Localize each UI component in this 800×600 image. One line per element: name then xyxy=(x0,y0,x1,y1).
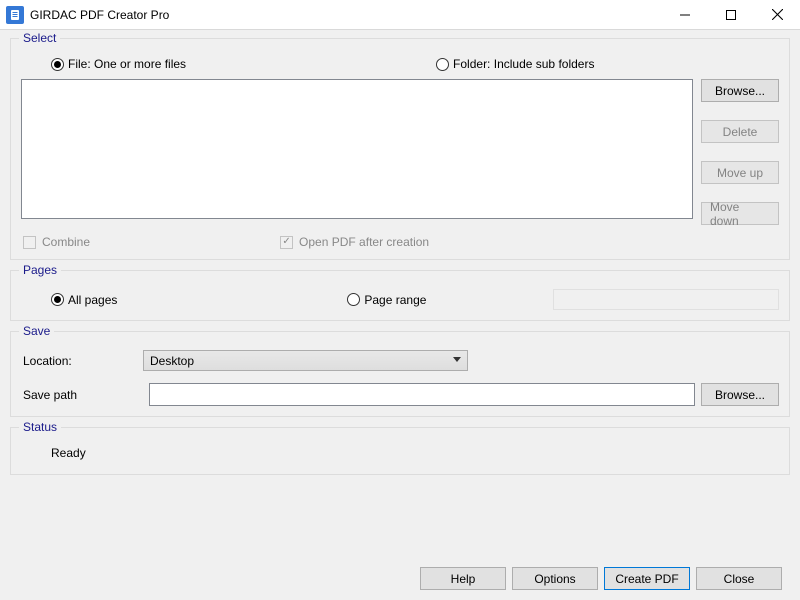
create-pdf-button[interactable]: Create PDF xyxy=(604,567,690,590)
savepath-label: Save path xyxy=(23,388,143,402)
options-button[interactable]: Options xyxy=(512,567,598,590)
combine-checkbox[interactable]: Combine xyxy=(23,235,90,249)
radio-folder-label: Folder: Include sub folders xyxy=(453,57,594,71)
delete-button[interactable]: Delete xyxy=(701,120,779,143)
group-select: Select File: One or more files Folder: I… xyxy=(10,38,790,260)
group-pages-legend: Pages xyxy=(19,263,61,277)
group-save: Save Location: Desktop Save path Browse.… xyxy=(10,331,790,417)
radio-all-pages[interactable]: All pages xyxy=(51,293,117,307)
file-listbox[interactable] xyxy=(21,79,693,219)
move-up-button[interactable]: Move up xyxy=(701,161,779,184)
checkbox-icon xyxy=(23,236,36,249)
group-select-legend: Select xyxy=(19,31,60,45)
location-label: Location: xyxy=(23,354,143,368)
savepath-input[interactable] xyxy=(149,383,695,406)
radio-icon xyxy=(51,58,64,71)
radio-page-range[interactable]: Page range xyxy=(347,293,426,307)
browse-button[interactable]: Browse... xyxy=(701,79,779,102)
group-status: Status Ready xyxy=(10,427,790,475)
radio-file[interactable]: File: One or more files xyxy=(51,57,186,71)
radio-all-pages-label: All pages xyxy=(68,293,117,307)
radio-file-label: File: One or more files xyxy=(68,57,186,71)
move-down-button[interactable]: Move down xyxy=(701,202,779,225)
radio-folder[interactable]: Folder: Include sub folders xyxy=(436,57,594,71)
close-window-button[interactable] xyxy=(754,0,800,29)
window-title: GIRDAC PDF Creator Pro xyxy=(30,8,662,22)
location-value: Desktop xyxy=(150,354,194,368)
radio-icon xyxy=(347,293,360,306)
page-range-input[interactable] xyxy=(553,289,779,310)
close-button[interactable]: Close xyxy=(696,567,782,590)
open-after-label: Open PDF after creation xyxy=(299,235,429,249)
status-text: Ready xyxy=(21,446,779,460)
radio-icon xyxy=(436,58,449,71)
help-button[interactable]: Help xyxy=(420,567,506,590)
client-area: Select File: One or more files Folder: I… xyxy=(0,30,800,600)
footer-buttons: Help Options Create PDF Close xyxy=(420,567,782,590)
group-pages: Pages All pages Page range xyxy=(10,270,790,321)
radio-page-range-label: Page range xyxy=(364,293,426,307)
open-after-checkbox[interactable]: ✓ Open PDF after creation xyxy=(280,235,429,249)
group-save-legend: Save xyxy=(19,324,54,338)
chevron-down-icon xyxy=(453,357,461,362)
group-status-legend: Status xyxy=(19,420,61,434)
app-icon xyxy=(6,6,24,24)
savepath-browse-button[interactable]: Browse... xyxy=(701,383,779,406)
maximize-button[interactable] xyxy=(708,0,754,29)
combine-label: Combine xyxy=(42,235,90,249)
minimize-button[interactable] xyxy=(662,0,708,29)
check-mark-icon: ✓ xyxy=(282,237,290,247)
title-bar: GIRDAC PDF Creator Pro xyxy=(0,0,800,30)
radio-icon xyxy=(51,293,64,306)
location-select[interactable]: Desktop xyxy=(143,350,468,371)
checkbox-icon: ✓ xyxy=(280,236,293,249)
